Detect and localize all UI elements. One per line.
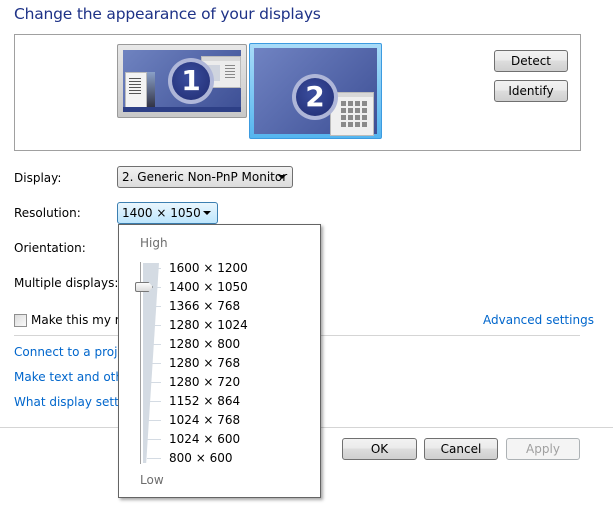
slider-tick [147,325,161,326]
slider-tick [147,458,161,459]
resolution-option[interactable]: 1152 × 864 [119,392,320,411]
start-menu-thumbnail [125,72,147,110]
resolution-option-label: 1400 × 1050 [169,280,248,294]
chevron-down-icon [203,211,211,215]
display-select-value: 2. Generic Non-PnP Monitor [122,170,288,184]
apply-button[interactable]: Apply [506,438,580,460]
taskbar-thumbnail [123,107,241,112]
resolution-select[interactable]: 1400 × 1050 [117,202,218,224]
slider-tick [147,420,161,421]
chevron-down-icon [278,175,286,179]
slider-tick [147,344,161,345]
low-label: Low [140,473,164,487]
multiple-displays-label: Multiple displays: [14,276,119,290]
resolution-option[interactable]: 1280 × 1024 [119,316,320,335]
slider-tick [147,439,161,440]
slider-tick [147,363,161,364]
resolution-option-label: 1024 × 768 [169,413,241,427]
display-select[interactable]: 2. Generic Non-PnP Monitor [117,166,293,188]
monitor-2-number-badge: 2 [292,74,338,120]
detect-button[interactable]: Detect [494,50,568,72]
desktop-strip [147,72,155,110]
resolution-option-label: 1280 × 800 [169,337,241,351]
resolution-option[interactable]: 1600 × 1200 [119,259,320,278]
monitor-1-number-badge: 1 [168,58,214,104]
resolution-dropdown: High 1600 × 1200 1400 × 1050 1366 × 768 128… [118,224,321,498]
slider-tick [147,268,161,269]
page-title: Change the appearance of your displays [14,5,321,23]
advanced-settings-link[interactable]: Advanced settings [483,313,594,327]
orientation-label: Orientation: [14,241,86,255]
monitor-1[interactable]: 1 [117,44,247,118]
high-label: High [140,236,168,250]
resolution-option-label: 1600 × 1200 [169,261,248,275]
slider-tick [147,401,161,402]
identify-button[interactable]: Identify [494,80,568,102]
slider-tick [147,382,161,383]
resolution-label: Resolution: [14,206,81,220]
main-display-checkbox[interactable] [14,314,27,327]
calendar-grid-icon [341,101,369,129]
resolution-select-value: 1400 × 1050 [122,206,201,220]
ok-button[interactable]: OK [342,438,417,460]
resolution-option-label: 1366 × 768 [169,299,241,313]
resolution-option[interactable]: 800 × 600 [119,449,320,468]
resolution-option[interactable]: 1280 × 800 [119,335,320,354]
resolution-option[interactable]: 1024 × 768 [119,411,320,430]
resolution-option-label: 1152 × 864 [169,394,241,408]
monitor-1-screen: 1 [123,50,241,112]
resolution-option-label: 1280 × 768 [169,356,241,370]
slider-tick [147,306,161,307]
resolution-option[interactable]: 1024 × 600 [119,430,320,449]
resolution-option-label: 1024 × 600 [169,432,241,446]
monitor-2-screen: 2 [254,48,377,136]
resolution-option-label: 1280 × 720 [169,375,241,389]
cancel-button[interactable]: Cancel [424,438,498,460]
resolution-option[interactable]: 1280 × 768 [119,354,320,373]
resolution-option-label: 1280 × 1024 [169,318,248,332]
resolution-option-label: 800 × 600 [169,451,233,465]
resolution-option[interactable]: 1280 × 720 [119,373,320,392]
resolution-option[interactable]: 1366 × 768 [119,297,320,316]
display-label: Display: [14,171,62,185]
monitor-2[interactable]: 2 [249,43,382,139]
